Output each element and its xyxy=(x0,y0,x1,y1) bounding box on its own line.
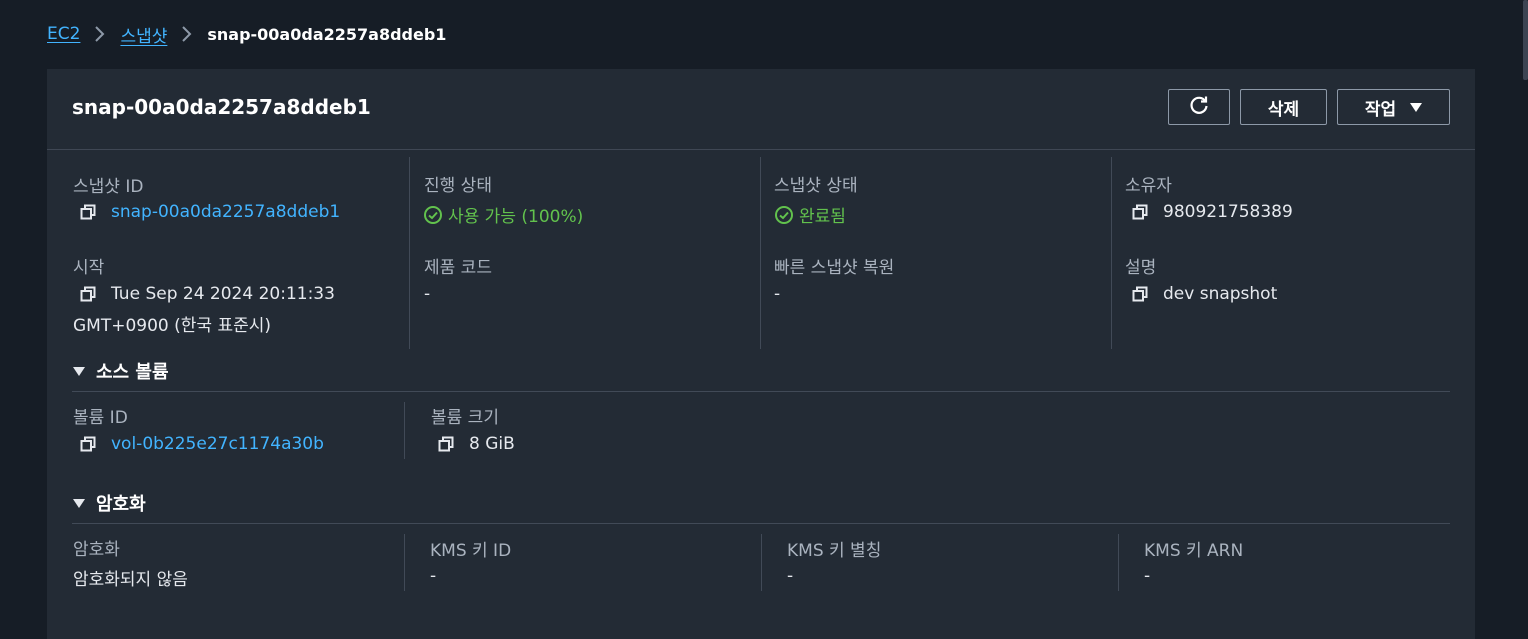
breadcrumb: EC2 스냅샷 snap-00a0da2257a8ddeb1 xyxy=(47,22,447,47)
volume-id-value: vol-0b225e27c1174a30b xyxy=(77,434,324,454)
status-success-icon xyxy=(423,205,443,225)
column-divider xyxy=(761,534,762,591)
source-volume-section-toggle[interactable]: 소스 볼륨 xyxy=(73,358,169,384)
kms-key-arn-value: - xyxy=(1144,566,1151,586)
encryption-label: 암호화 xyxy=(73,540,120,560)
copy-icon[interactable] xyxy=(1129,284,1151,304)
refresh-button[interactable] xyxy=(1168,89,1230,125)
chevron-right-icon xyxy=(87,22,113,46)
scrollbar-thumb[interactable] xyxy=(1523,0,1528,80)
volume-size-label: 볼륨 크기 xyxy=(431,408,499,428)
delete-button[interactable]: 삭제 xyxy=(1240,89,1327,125)
breadcrumb-ec2-link[interactable]: EC2 xyxy=(47,24,80,44)
caret-down-icon xyxy=(73,366,85,376)
section-divider xyxy=(72,523,1450,524)
actions-dropdown-button[interactable]: 작업 xyxy=(1337,89,1450,125)
fast-restore-value: - xyxy=(774,284,781,304)
snapshot-state-text: 완료됨 xyxy=(799,207,846,227)
snapshot-state-label: 스냅샷 상태 xyxy=(774,176,858,196)
description-value: dev snapshot xyxy=(1129,284,1277,304)
status-success-icon xyxy=(774,205,794,225)
panel-header: snap-00a0da2257a8ddeb1 삭제 작업 xyxy=(47,69,1475,150)
owner-label: 소유자 xyxy=(1125,176,1172,196)
product-codes-label: 제품 코드 xyxy=(424,258,492,278)
owner-text: 980921758389 xyxy=(1163,202,1293,222)
caret-down-icon xyxy=(73,498,85,508)
copy-icon[interactable] xyxy=(77,434,99,454)
section-divider xyxy=(72,391,1450,392)
volume-id-label: 볼륨 ID xyxy=(73,408,128,428)
kms-key-alias-value: - xyxy=(787,566,794,586)
column-divider xyxy=(1118,534,1119,591)
column-divider xyxy=(760,157,761,349)
copy-icon[interactable] xyxy=(435,434,457,454)
breadcrumb-current: snap-00a0da2257a8ddeb1 xyxy=(207,24,447,44)
snapshot-state-value: 완료됨 xyxy=(774,202,846,227)
page-scrollbar[interactable] xyxy=(1522,0,1528,626)
actions-label: 작업 xyxy=(1364,99,1397,120)
copy-icon[interactable] xyxy=(77,284,99,304)
encryption-title: 암호화 xyxy=(96,494,146,515)
kms-key-alias-label: KMS 키 별칭 xyxy=(787,541,882,561)
breadcrumb-snapshots-link[interactable]: 스냅샷 xyxy=(120,22,167,47)
started-value: Tue Sep 24 2024 20:11:33 xyxy=(77,284,335,304)
fast-restore-label: 빠른 스냅샷 복원 xyxy=(774,258,895,278)
column-divider xyxy=(1111,157,1112,349)
copy-icon[interactable] xyxy=(1129,202,1151,222)
description-text: dev snapshot xyxy=(1163,284,1278,304)
column-divider xyxy=(404,402,405,459)
owner-value: 980921758389 xyxy=(1129,202,1293,222)
started-line1: Tue Sep 24 2024 20:11:33 xyxy=(111,284,335,304)
copy-icon[interactable] xyxy=(77,202,99,222)
volume-size-text: 8 GiB xyxy=(469,434,515,454)
progress-value: 사용 가능 (100%) xyxy=(423,202,583,227)
progress-text: 사용 가능 (100%) xyxy=(448,207,584,227)
column-divider xyxy=(409,157,410,349)
progress-label: 진행 상태 xyxy=(424,176,492,196)
kms-key-arn-label: KMS 키 ARN xyxy=(1144,541,1244,561)
started-label: 시작 xyxy=(73,258,105,278)
volume-size-value: 8 GiB xyxy=(435,434,515,454)
snapshot-details-panel: snap-00a0da2257a8ddeb1 삭제 작업 스냅샷 ID snap… xyxy=(47,69,1475,639)
kms-key-id-label: KMS 키 ID xyxy=(430,541,512,561)
encryption-value: 암호화되지 않음 xyxy=(73,570,188,590)
snapshot-id-text[interactable]: snap-00a0da2257a8ddeb1 xyxy=(111,202,340,222)
snapshot-id-value: snap-00a0da2257a8ddeb1 xyxy=(77,202,340,222)
volume-id-link[interactable]: vol-0b225e27c1174a30b xyxy=(111,434,324,454)
caret-down-icon xyxy=(1410,102,1423,112)
encryption-section-toggle[interactable]: 암호화 xyxy=(73,490,146,516)
source-volume-title: 소스 볼륨 xyxy=(96,362,169,383)
product-codes-value: - xyxy=(424,284,431,304)
description-label: 설명 xyxy=(1125,258,1157,278)
page-title: snap-00a0da2257a8ddeb1 xyxy=(72,95,371,119)
snapshot-id-label: 스냅샷 ID xyxy=(73,177,144,197)
chevron-right-icon xyxy=(174,22,200,46)
refresh-icon xyxy=(1188,94,1210,121)
started-line2: GMT+0900 (한국 표준시) xyxy=(73,316,272,336)
kms-key-id-value: - xyxy=(430,566,437,586)
column-divider xyxy=(404,534,405,591)
